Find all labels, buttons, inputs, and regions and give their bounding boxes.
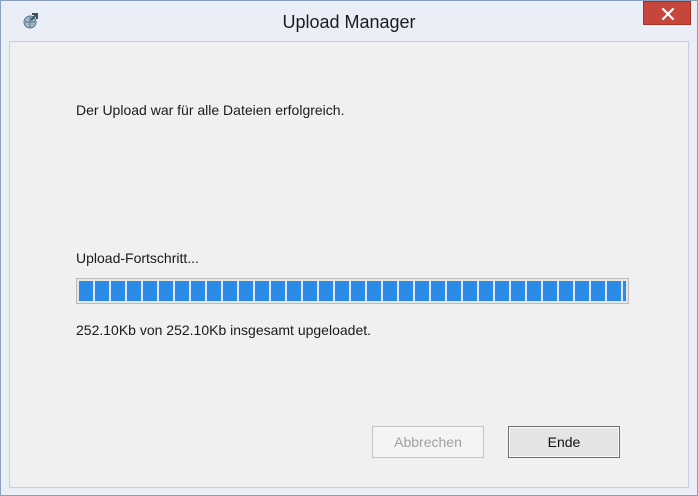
cancel-button[interactable]: Abbrechen <box>372 426 484 458</box>
dialog-content: Der Upload war für alle Dateien erfolgre… <box>9 41 689 488</box>
close-icon <box>661 7 675 21</box>
upload-manager-window: Upload Manager Der Upload war für alle D… <box>0 0 698 496</box>
status-message: Der Upload war für alle Dateien erfolgre… <box>76 102 345 118</box>
close-button[interactable] <box>643 1 691 25</box>
progress-label: Upload-Fortschritt... <box>76 250 199 266</box>
end-button[interactable]: Ende <box>508 426 620 458</box>
upload-progress-bar <box>76 278 629 304</box>
upload-summary: 252.10Kb von 252.10Kb insgesamt upgeload… <box>76 322 372 338</box>
progress-fill <box>79 281 626 301</box>
title-bar[interactable]: Upload Manager <box>1 1 697 41</box>
window-title: Upload Manager <box>282 12 416 32</box>
